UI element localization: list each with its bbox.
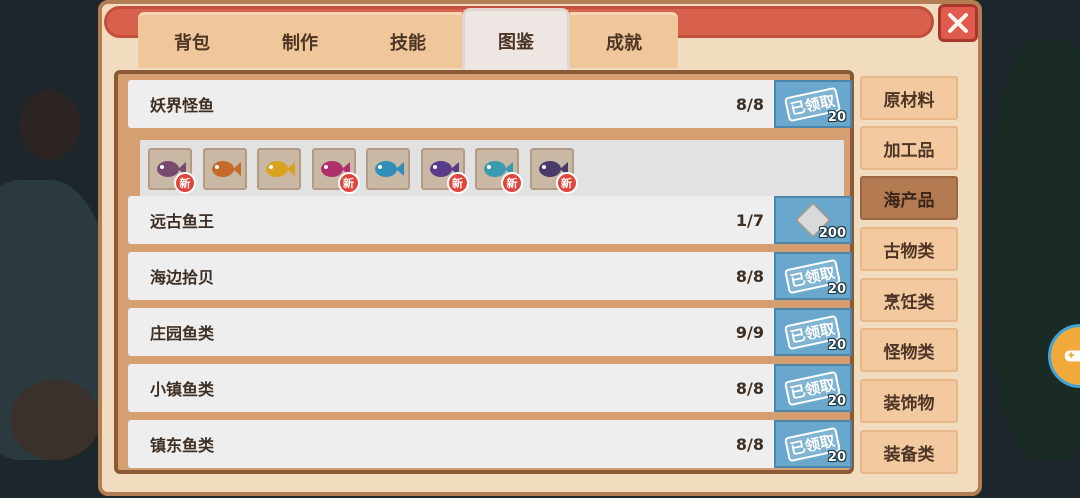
set-name: 庄园鱼类 <box>150 324 215 343</box>
fish-slot[interactable] <box>257 148 301 190</box>
list-item[interactable]: 海边拾贝 8/8 已领取 20 <box>128 252 852 300</box>
blue-fish-icon <box>375 161 404 177</box>
reward-button[interactable]: 已领取 20 <box>774 420 852 468</box>
background-terrain-right <box>990 40 1080 460</box>
new-badge: 新 <box>501 172 523 194</box>
set-name: 镇东鱼类 <box>150 436 215 455</box>
set-progress: 8/8 <box>735 434 764 454</box>
reward-quantity: 20 <box>827 282 846 297</box>
list-item[interactable]: 镇东鱼类 8/8 已领取 20 <box>128 420 852 468</box>
fish-tray: 新新新新新 <box>140 140 844 200</box>
gamepad-icon <box>1064 350 1080 362</box>
set-name: 妖界怪鱼 <box>150 96 215 115</box>
set-progress: 8/8 <box>735 378 764 398</box>
new-badge: 新 <box>174 172 196 194</box>
reward-button[interactable]: 已领取 20 <box>774 80 852 128</box>
reward-quantity: 200 <box>818 226 846 241</box>
set-progress: 1/7 <box>735 210 764 230</box>
new-badge: 新 <box>555 172 578 194</box>
list-item[interactable]: 远古鱼王 1/7 200 <box>128 196 852 244</box>
category-raw-materials[interactable]: 原材料 <box>860 76 958 120</box>
background-rock <box>10 380 100 460</box>
tab-crafting[interactable]: 制作 <box>246 12 354 68</box>
fish-slot[interactable]: 新 <box>311 148 360 194</box>
reward-quantity: 20 <box>827 110 846 125</box>
reward-quantity: 20 <box>827 450 846 465</box>
background-rock-top <box>20 90 80 160</box>
list-item[interactable]: 小镇鱼类 8/8 已领取 20 <box>128 364 852 412</box>
fish-slot[interactable] <box>366 148 410 190</box>
reward-button[interactable]: 200 <box>774 196 852 244</box>
reward-quantity: 20 <box>827 394 846 409</box>
reward-button[interactable]: 已领取 20 <box>774 252 852 300</box>
set-name: 小镇鱼类 <box>150 380 215 399</box>
yellow-fish-icon <box>266 161 295 177</box>
fish-slot[interactable]: 新 <box>529 148 578 194</box>
set-name: 远古鱼王 <box>150 212 215 231</box>
category-processed-goods[interactable]: 加工品 <box>860 126 958 170</box>
category-seafood[interactable]: 海产品 <box>860 176 958 220</box>
category-decorations[interactable]: 装饰物 <box>860 379 958 423</box>
new-badge: 新 <box>337 172 360 194</box>
reward-button[interactable]: 已领取 20 <box>774 308 852 356</box>
category-cooking[interactable]: 烹饪类 <box>860 278 958 322</box>
new-badge: 新 <box>446 172 469 194</box>
tab-bar: 背包 制作 技能 图鉴 成就 <box>138 8 678 70</box>
orange-fish-icon <box>211 161 241 177</box>
category-equipment[interactable]: 装备类 <box>860 430 958 474</box>
set-progress: 8/8 <box>735 94 764 114</box>
tab-achievements[interactable]: 成就 <box>570 12 678 68</box>
tab-skills[interactable]: 技能 <box>354 12 462 68</box>
fish-slot[interactable]: 新 <box>475 148 523 194</box>
set-name: 海边拾贝 <box>150 268 215 287</box>
fish-slot[interactable]: 新 <box>148 148 196 194</box>
fish-slot[interactable] <box>202 148 247 190</box>
collection-list: 妖界怪鱼 8/8 已领取 20 新 新 新 新 新 远古鱼王 1/7 200 海边拾贝 … <box>114 70 854 474</box>
set-progress: 9/9 <box>735 322 764 342</box>
close-button[interactable] <box>938 4 978 42</box>
tab-backpack[interactable]: 背包 <box>138 12 246 68</box>
set-progress: 8/8 <box>735 266 764 286</box>
tab-collection[interactable]: 图鉴 <box>462 8 570 70</box>
reward-button[interactable]: 已领取 20 <box>774 364 852 412</box>
category-monsters[interactable]: 怪物类 <box>860 328 958 372</box>
category-antiques[interactable]: 古物类 <box>860 227 958 271</box>
list-item[interactable]: 庄园鱼类 9/9 已领取 20 <box>128 308 852 356</box>
reward-quantity: 20 <box>827 338 846 353</box>
list-item[interactable]: 妖界怪鱼 8/8 已领取 20 <box>128 80 852 128</box>
fish-slot[interactable]: 新 <box>420 148 469 194</box>
close-icon <box>948 13 968 33</box>
